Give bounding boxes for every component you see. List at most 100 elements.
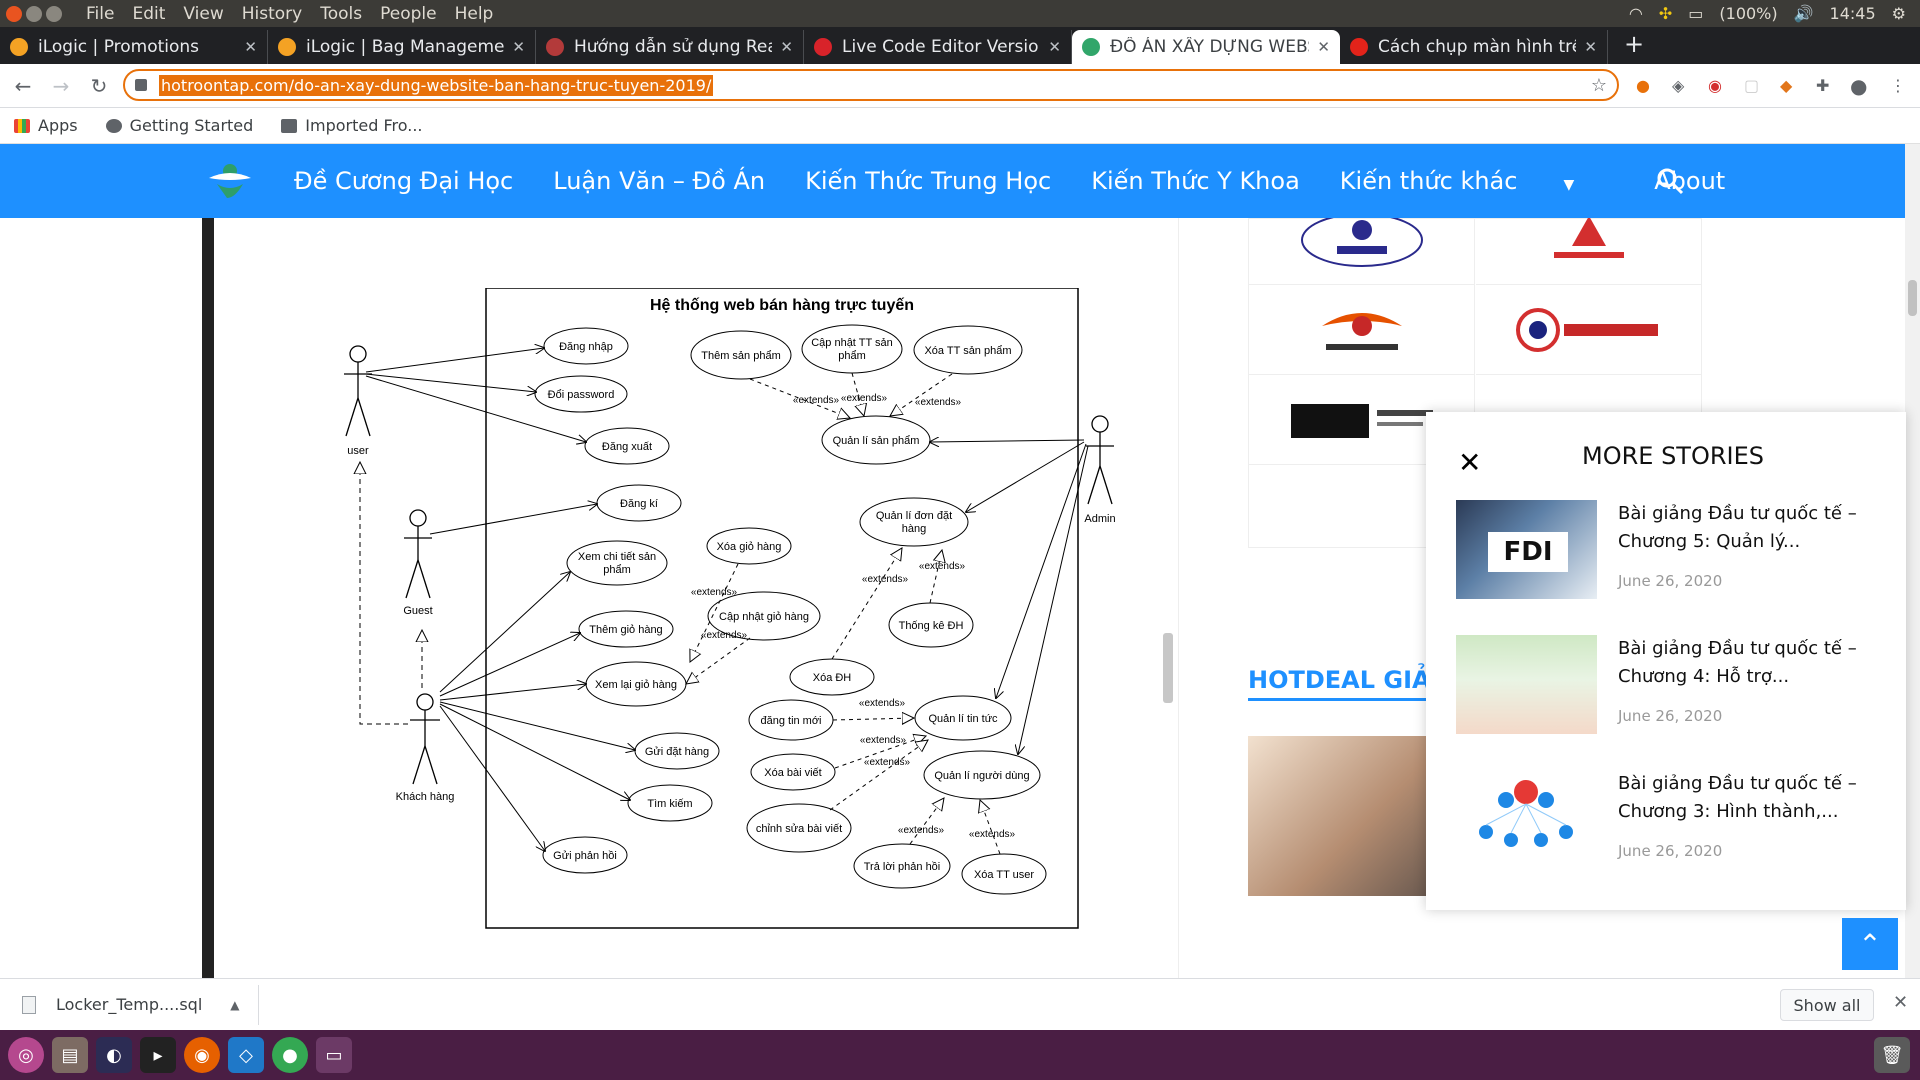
tab-close-icon[interactable]: ✕ <box>1317 38 1330 56</box>
tab-live-code[interactable]: Live Code Editor Version 2 ✕ <box>804 30 1072 64</box>
profile-avatar-icon[interactable]: ● <box>1850 74 1867 98</box>
uc-delete-user: Xóa TT user <box>974 869 1034 881</box>
page-scrollbar-thumb[interactable] <box>1908 280 1917 316</box>
extension-icon[interactable]: ▢ <box>1744 76 1759 95</box>
story-item[interactable]: FDI Bài giảng Đầu tư quốc tế – Chương 5:… <box>1456 500 1896 610</box>
forward-arrow-icon[interactable]: → <box>46 74 76 98</box>
extension-icon[interactable]: ● <box>1636 76 1650 95</box>
story-thumbnail[interactable]: FDI <box>1456 500 1597 599</box>
firefox-icon[interactable]: ◉ <box>184 1037 220 1073</box>
file-manager-icon[interactable]: ▤ <box>52 1037 88 1073</box>
extension-icon[interactable]: ◈ <box>1672 76 1684 95</box>
nav-y-khoa[interactable]: Kiến Thức Y Khoa <box>1091 167 1300 195</box>
search-icon[interactable] <box>1655 166 1685 196</box>
extends-label: «extends» <box>841 393 888 404</box>
window-preview-icon[interactable]: ▭ <box>316 1037 352 1073</box>
nav-kien-thuc-khac[interactable]: Kiến thức khác ▼ <box>1340 167 1614 195</box>
extensions-puzzle-icon[interactable]: ✚ <box>1816 76 1829 95</box>
tab-close-icon[interactable]: ✕ <box>244 38 257 56</box>
bookmark-imported-folder[interactable]: Imported Fro... <box>281 116 423 135</box>
hotdeal-image[interactable] <box>1248 736 1428 896</box>
story-title[interactable]: Bài giảng Đầu tư quốc tế – Chương 4: Hỗ … <box>1618 635 1888 691</box>
uc-reply-feedback: Trả lời phản hồi <box>864 861 941 873</box>
nav-de-cuong[interactable]: Đề Cương Đại Học <box>294 167 513 195</box>
tab-ilogic-promotions[interactable]: iLogic | Promotions ✕ <box>0 30 268 64</box>
menu-history[interactable]: History <box>242 4 302 24</box>
window-maximize-button[interactable] <box>46 5 62 22</box>
story-thumbnail[interactable] <box>1456 635 1597 734</box>
bookmark-star-icon[interactable]: ☆ <box>1591 75 1607 96</box>
page-scrollbar[interactable] <box>1905 144 1920 978</box>
tab-do-an-active[interactable]: ĐỒ ÁN XÂY DỰNG WEBS ✕ <box>1072 30 1340 64</box>
lock-icon[interactable] <box>135 79 147 91</box>
menu-view[interactable]: View <box>183 4 223 24</box>
nav-trung-hoc[interactable]: Kiến Thức Trung Học <box>805 167 1051 195</box>
sponsor-logo-phu-tung[interactable] <box>1249 285 1475 375</box>
tab-close-icon[interactable]: ✕ <box>1584 38 1597 56</box>
window-minimize-button[interactable] <box>26 5 42 22</box>
vscode-icon[interactable]: ◇ <box>228 1037 264 1073</box>
back-arrow-icon[interactable]: ← <box>8 74 38 98</box>
menu-people[interactable]: People <box>380 4 436 24</box>
tab-huong-dan[interactable]: Hướng dẫn sử dụng Rea ✕ <box>536 30 804 64</box>
tab-close-icon[interactable]: ✕ <box>1048 38 1061 56</box>
settings-gear-icon[interactable]: ⚙ <box>1892 4 1906 23</box>
vina-hoang-an-logo-icon <box>1554 218 1624 258</box>
story-date: June 26, 2020 <box>1618 572 1723 590</box>
actor-customer-label: Khách hàng <box>396 791 455 803</box>
network-figures-icon <box>1479 780 1573 847</box>
reload-icon[interactable]: ↻ <box>84 74 114 98</box>
chevron-up-icon[interactable]: ▲ <box>230 998 239 1012</box>
new-tab-button[interactable]: + <box>1624 30 1644 58</box>
menu-file[interactable]: File <box>86 4 114 24</box>
tab-cach-chup[interactable]: Cách chụp màn hình trên ✕ <box>1340 30 1608 64</box>
nav-luan-van[interactable]: Luận Văn – Đồ Án <box>553 167 765 195</box>
extends-label: «extends» <box>864 757 911 768</box>
story-item[interactable]: Bài giảng Đầu tư quốc tế – Chương 4: Hỗ … <box>1456 635 1896 745</box>
window-close-button[interactable] <box>6 5 22 22</box>
tab-ilogic-bag[interactable]: iLogic | Bag Management ✕ <box>268 30 536 64</box>
bookmark-label: Imported Fro... <box>305 116 423 135</box>
story-thumbnail[interactable] <box>1456 770 1597 869</box>
story-item[interactable]: Bài giảng Đầu tư quốc tế – Chương 3: Hìn… <box>1456 770 1896 880</box>
battery-icon[interactable]: ▭ <box>1688 4 1703 23</box>
ubuntu-launcher-icon[interactable]: ◎ <box>8 1037 44 1073</box>
browser-toolbar: ← → ↻ hotroontap.com/do-an-xay-dung-webs… <box>0 64 1920 108</box>
eclipse-icon[interactable]: ◐ <box>96 1037 132 1073</box>
clock[interactable]: 14:45 <box>1830 4 1876 23</box>
story-title[interactable]: Bài giảng Đầu tư quốc tế – Chương 3: Hìn… <box>1618 770 1888 826</box>
extension-icon[interactable]: ◉ <box>1708 76 1722 95</box>
bookmark-apps[interactable]: Apps <box>14 116 78 135</box>
menu-tools[interactable]: Tools <box>320 4 362 24</box>
download-item[interactable]: Locker_Temp....sql ▲ <box>22 995 240 1014</box>
trash-icon[interactable]: 🗑 <box>1874 1037 1910 1073</box>
wifi-icon[interactable]: ◠ <box>1629 4 1643 23</box>
address-url[interactable]: hotroontap.com/do-an-xay-dung-website-ba… <box>159 74 714 96</box>
tab-close-icon[interactable]: ✕ <box>512 38 525 56</box>
story-title[interactable]: Bài giảng Đầu tư quốc tế – Chương 5: Quả… <box>1618 500 1888 556</box>
metamask-icon[interactable]: ◆ <box>1780 76 1792 95</box>
tab-close-icon[interactable]: ✕ <box>780 38 793 56</box>
tray-app-icon[interactable]: ✣ <box>1659 4 1672 23</box>
download-filename[interactable]: Locker_Temp....sql <box>56 995 202 1014</box>
site-logo-icon[interactable] <box>205 158 255 202</box>
close-icon[interactable]: ✕ <box>1458 446 1481 479</box>
menu-help[interactable]: Help <box>455 4 494 24</box>
terminal-icon[interactable]: ▸ <box>140 1037 176 1073</box>
sponsor-logo-huli[interactable] <box>1249 218 1475 285</box>
menu-edit[interactable]: Edit <box>132 4 165 24</box>
chrome-icon[interactable]: ● <box>272 1037 308 1073</box>
browser-menu-icon[interactable]: ⋮ <box>1890 76 1906 95</box>
uc-update-product-2: phẩm <box>838 350 866 362</box>
hotdeal-heading[interactable]: HOTDEAL GIẢM <box>1248 666 1454 694</box>
close-icon[interactable]: ✕ <box>1893 992 1908 1013</box>
volume-icon[interactable]: 🔊 <box>1794 4 1814 23</box>
extends-label: «extends» <box>919 561 966 572</box>
address-bar[interactable]: hotroontap.com/do-an-xay-dung-website-ba… <box>123 69 1619 101</box>
bookmark-getting-started[interactable]: Getting Started <box>105 116 253 135</box>
show-all-button[interactable]: Show all <box>1780 989 1874 1021</box>
sponsor-logo-xosolocphat[interactable] <box>1476 285 1702 375</box>
scroll-to-top-button[interactable]: ⌃ <box>1842 918 1898 970</box>
article-scrollbar-thumb[interactable] <box>1163 633 1173 703</box>
sponsor-logo-vina-hoang-an[interactable] <box>1476 218 1702 285</box>
